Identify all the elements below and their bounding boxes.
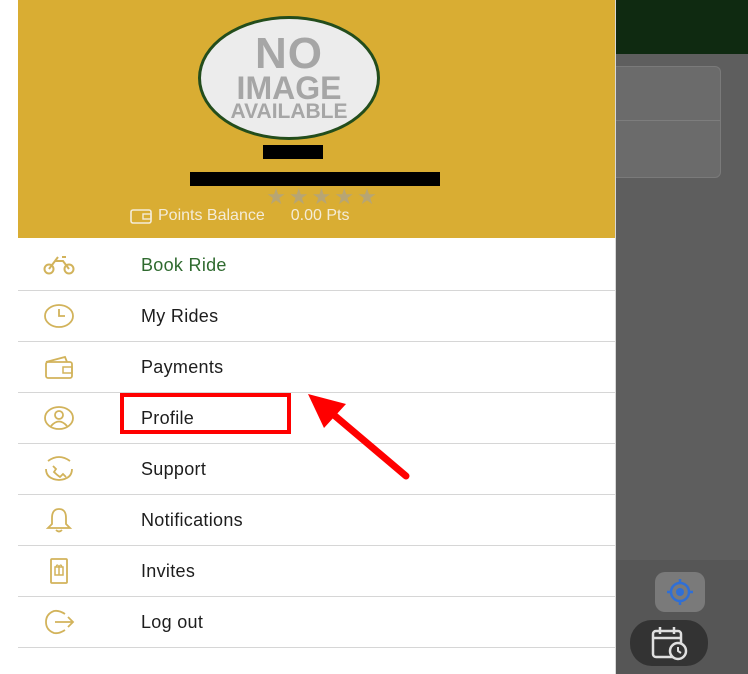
wallet-icon: [130, 208, 152, 224]
redacted-user-name: [263, 145, 323, 159]
menu-item-label: My Rides: [141, 305, 219, 326]
phone-icon: [40, 453, 78, 485]
annotation-arrow-icon: [308, 394, 410, 480]
menu-item-label: Invites: [141, 560, 196, 581]
menu-item-book-ride[interactable]: Book Ride: [18, 240, 615, 291]
app-card-divider: [615, 120, 720, 121]
locate-me-button[interactable]: [655, 572, 705, 612]
menu-item-my-rides[interactable]: My Rides: [18, 291, 615, 342]
annotation-highlight-box: [120, 393, 291, 434]
points-balance: Points Balance 0.00 Pts: [130, 204, 349, 228]
schedule-ride-button[interactable]: [630, 620, 708, 666]
app-top-bar: [615, 0, 748, 54]
menu-item-log-out[interactable]: Log out: [18, 597, 615, 648]
navigation-drawer: NO IMAGE AVAILABLE ★★★★★ Points Balance …: [18, 0, 616, 674]
background-app: [615, 0, 748, 674]
user-icon: [40, 402, 78, 434]
wallet-icon: [40, 351, 78, 383]
menu-item-payments[interactable]: Payments: [18, 342, 615, 393]
gift-icon: [40, 555, 78, 587]
app-location-card: [615, 66, 721, 178]
menu-item-invites[interactable]: Invites: [18, 546, 615, 597]
menu-item-label: Notifications: [141, 509, 243, 530]
bike-icon: [40, 249, 78, 281]
menu-item-label: Book Ride: [141, 254, 227, 275]
drawer-header: NO IMAGE AVAILABLE ★★★★★ Points Balance …: [18, 0, 615, 238]
menu-item-label: Log out: [141, 611, 204, 632]
calendar-clock-icon: [651, 627, 688, 661]
avatar-placeholder-text: IMAGE: [236, 69, 342, 106]
menu-item-label: Support: [141, 458, 207, 479]
avatar-placeholder-text: AVAILABLE: [230, 99, 348, 123]
avatar-placeholder-text: NO: [255, 29, 323, 79]
points-value: 0.00 Pts: [290, 207, 350, 224]
bell-icon: [40, 504, 78, 536]
clock-icon: [40, 300, 78, 332]
logout-icon: [40, 606, 78, 638]
avatar[interactable]: NO IMAGE AVAILABLE: [198, 16, 380, 140]
crosshair-icon: [667, 579, 693, 605]
points-label: Points Balance: [158, 207, 265, 224]
menu-item-notifications[interactable]: Notifications: [18, 495, 615, 546]
menu-item-label: Payments: [141, 356, 224, 377]
